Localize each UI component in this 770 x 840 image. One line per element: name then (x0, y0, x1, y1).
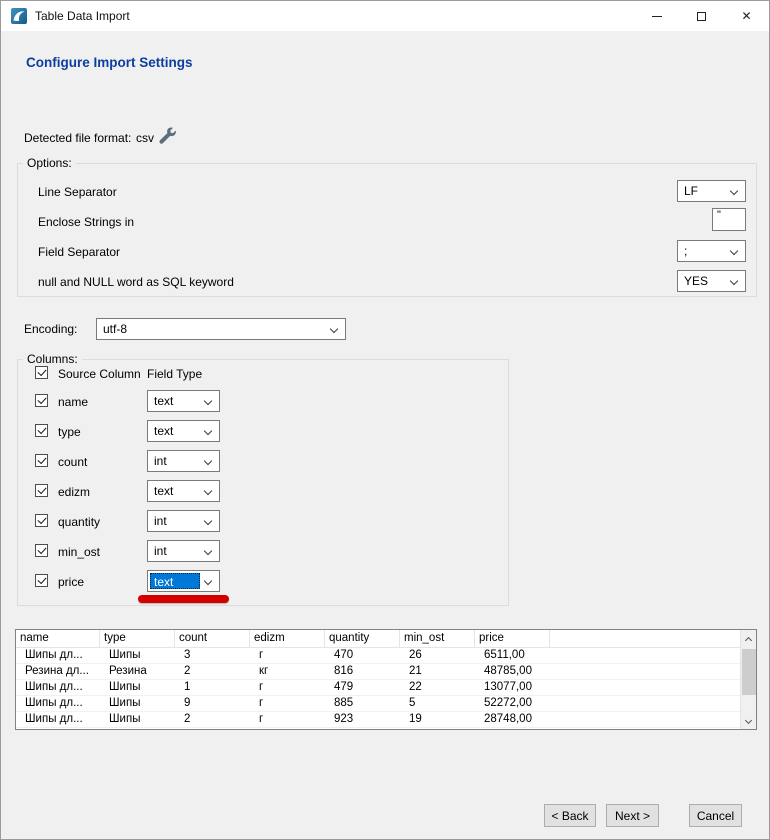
field-type-select-type[interactable]: text (147, 420, 220, 442)
window-controls: ✕ (634, 1, 769, 31)
back-button[interactable]: < Back (544, 804, 596, 827)
annotation-red-underline (138, 595, 229, 603)
page-title: Configure Import Settings (26, 55, 193, 70)
table-row[interactable]: Шипы дл... Шипы 2 г 923 19 28748,00 (16, 712, 756, 728)
null-keyword-select[interactable]: YES (677, 270, 746, 292)
encoding-label: Encoding: (24, 322, 77, 336)
next-button[interactable]: Next > (606, 804, 659, 827)
field-type-header: Field Type (147, 367, 202, 381)
options-group: Options: Line Separator LF Enclose Strin… (17, 163, 757, 297)
maximize-button[interactable] (679, 1, 724, 31)
field-type-select-min-ost[interactable]: int (147, 540, 220, 562)
column-checkbox-quantity[interactable] (35, 514, 48, 527)
columns-group-label: Columns: (23, 352, 82, 366)
column-checkbox-min-ost[interactable] (35, 544, 48, 557)
column-label-edizm: edizm (58, 485, 90, 499)
enclose-strings-label: Enclose Strings in (38, 215, 134, 229)
column-checkbox-edizm[interactable] (35, 484, 48, 497)
table-row[interactable]: Резина дл... Резина 2 кг 816 21 48785,00 (16, 664, 756, 680)
table-header-row: name type count edizm quantity min_ost p… (16, 630, 756, 648)
column-header-quantity[interactable]: quantity (325, 630, 400, 647)
column-header-name[interactable]: name (16, 630, 100, 647)
field-type-select-count[interactable]: int (147, 450, 220, 472)
close-icon: ✕ (741, 10, 751, 22)
encoding-select[interactable]: utf-8 (96, 318, 346, 340)
field-type-select-price[interactable]: text (147, 570, 220, 592)
scroll-down-icon[interactable] (745, 717, 752, 724)
window-title: Table Data Import (35, 9, 130, 23)
table-row[interactable]: Шипы дл... Шипы 3 г 470 26 6511,00 (16, 648, 756, 664)
minimize-icon (652, 16, 662, 17)
column-header-edizm[interactable]: edizm (250, 630, 325, 647)
column-header-filler (550, 630, 756, 647)
column-label-quantity: quantity (58, 515, 100, 529)
cancel-button[interactable]: Cancel (689, 804, 742, 827)
column-checkbox-name[interactable] (35, 394, 48, 407)
table-data-import-window: Table Data Import ✕ Configure Import Set… (0, 0, 770, 840)
chevron-down-icon (730, 247, 738, 255)
column-header-count[interactable]: count (175, 630, 250, 647)
chevron-down-icon (730, 187, 738, 195)
column-header-type[interactable]: type (100, 630, 175, 647)
select-all-columns-checkbox[interactable] (35, 366, 48, 379)
chevron-down-icon (204, 487, 212, 495)
column-label-type: type (58, 425, 81, 439)
detected-format-label: Detected file format: (24, 131, 131, 145)
column-checkbox-count[interactable] (35, 454, 48, 467)
selected-value-highlight: text (150, 573, 200, 589)
column-header-price[interactable]: price (475, 630, 550, 647)
line-separator-select[interactable]: LF (677, 180, 746, 202)
column-header-min-ost[interactable]: min_ost (400, 630, 475, 647)
field-type-select-name[interactable]: text (147, 390, 220, 412)
field-type-select-edizm[interactable]: text (147, 480, 220, 502)
chevron-down-icon (204, 397, 212, 405)
column-label-price: price (58, 575, 84, 589)
column-checkbox-type[interactable] (35, 424, 48, 437)
scroll-up-icon[interactable] (745, 637, 752, 644)
data-preview-table: name type count edizm quantity min_ost p… (15, 629, 757, 730)
close-button[interactable]: ✕ (724, 1, 769, 31)
column-label-count: count (58, 455, 87, 469)
minimize-button[interactable] (634, 1, 679, 31)
titlebar[interactable]: Table Data Import ✕ (1, 1, 769, 31)
chevron-down-icon (204, 427, 212, 435)
mysql-dolphin-icon (11, 8, 27, 24)
vertical-scrollbar[interactable] (740, 630, 756, 729)
enclose-strings-input[interactable] (712, 208, 746, 231)
table-row[interactable]: Шипы дл... Шипы 1 г 479 22 13077,00 (16, 680, 756, 696)
line-separator-label: Line Separator (38, 185, 117, 199)
source-column-header: Source Column (58, 367, 141, 381)
options-group-label: Options: (23, 156, 76, 170)
scrollbar-thumb[interactable] (742, 649, 756, 695)
chevron-down-icon (330, 325, 338, 333)
detected-format-value: csv (136, 131, 154, 145)
columns-group: Columns: Source Column Field Type name t… (17, 359, 509, 606)
field-type-select-quantity[interactable]: int (147, 510, 220, 532)
maximize-icon (697, 12, 706, 21)
column-label-min-ost: min_ost (58, 545, 100, 559)
null-keyword-label: null and NULL word as SQL keyword (38, 275, 234, 289)
chevron-down-icon (730, 277, 738, 285)
chevron-down-icon (204, 577, 212, 585)
chevron-down-icon (204, 457, 212, 465)
column-checkbox-price[interactable] (35, 574, 48, 587)
chevron-down-icon (204, 517, 212, 525)
wrench-icon[interactable] (158, 127, 177, 146)
field-separator-label: Field Separator (38, 245, 120, 259)
chevron-down-icon (204, 547, 212, 555)
column-label-name: name (58, 395, 88, 409)
table-row[interactable]: Шипы дл... Шипы 9 г 885 5 52272,00 (16, 696, 756, 712)
field-separator-select[interactable]: ; (677, 240, 746, 262)
